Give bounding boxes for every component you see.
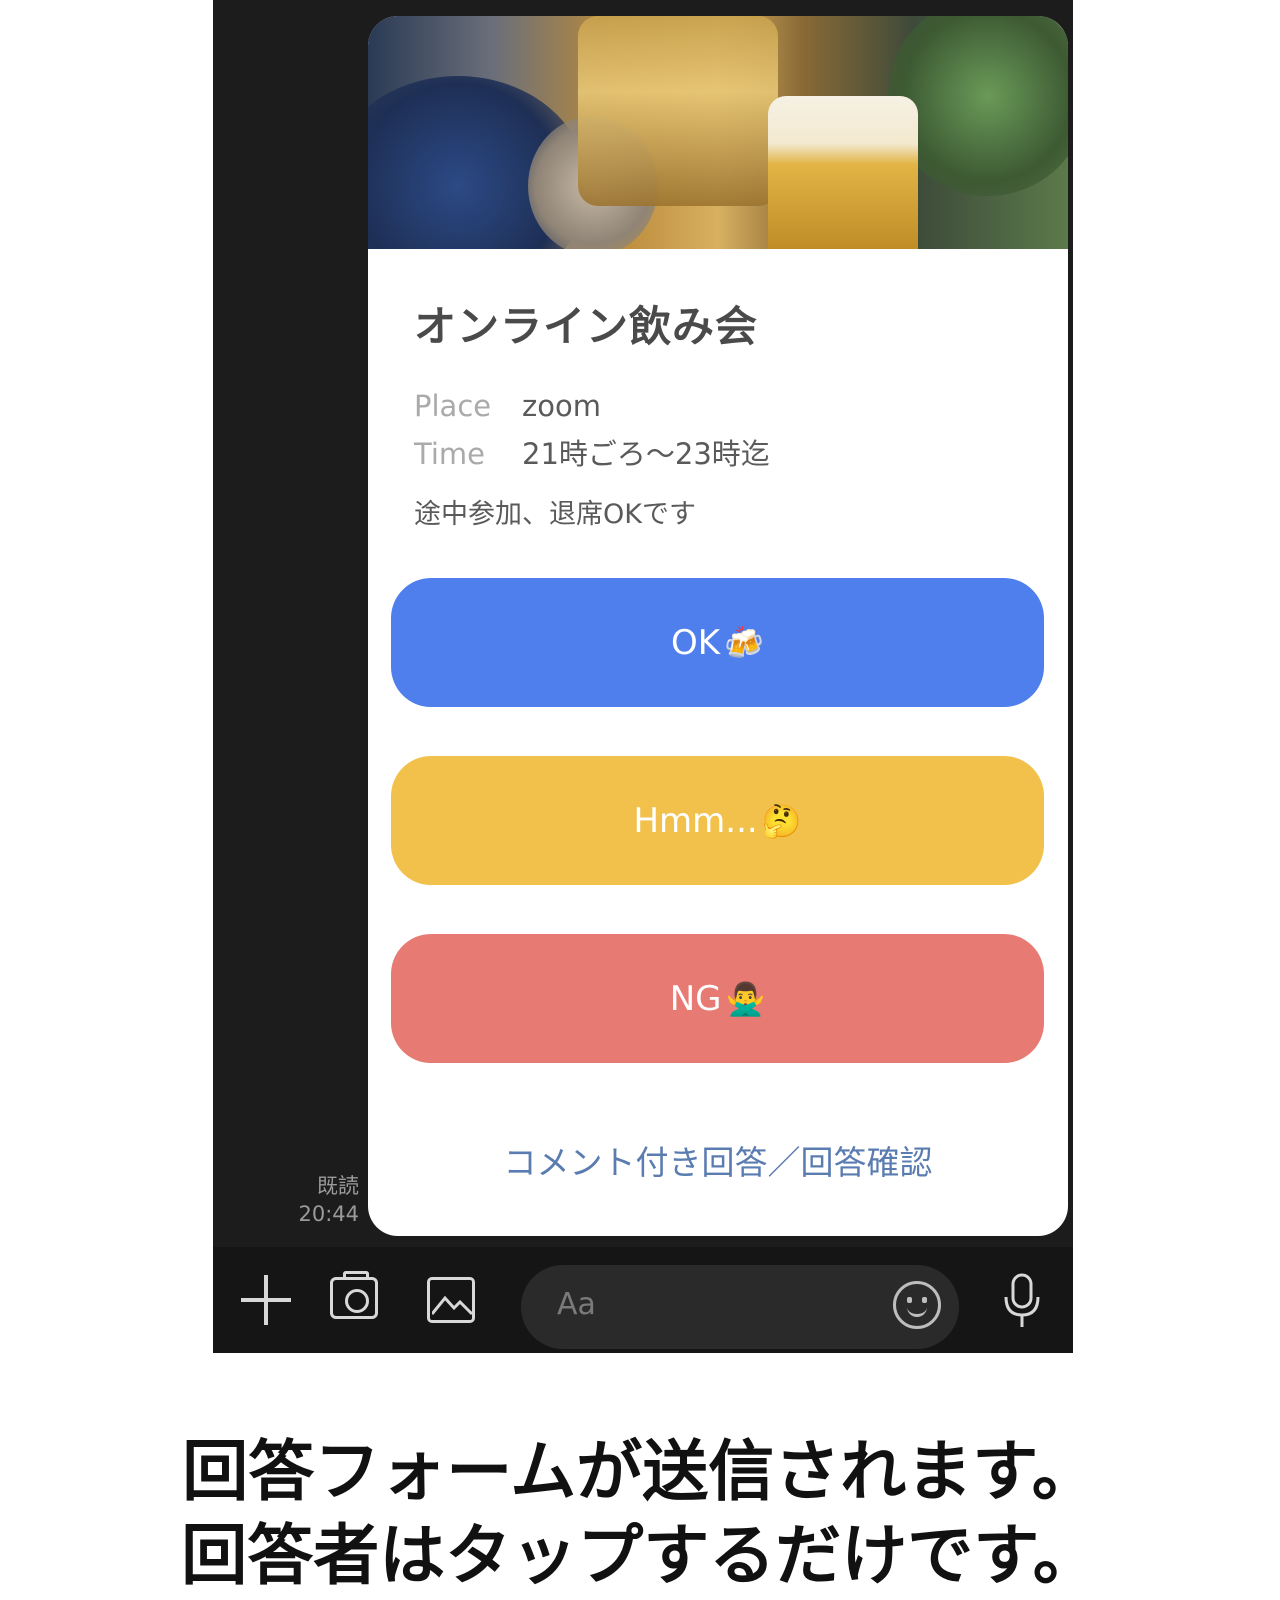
ng-button-label: NG bbox=[669, 978, 722, 1019]
phone-screen: 既読 20:44 オンライン飲み会 Place zoom Time 21時ごろ〜… bbox=[213, 0, 1073, 1353]
read-label: 既読 bbox=[317, 1174, 359, 1198]
ng-button[interactable]: NG 🙅‍♂️ bbox=[391, 934, 1044, 1063]
message-input-bar: Aa bbox=[213, 1247, 1073, 1353]
mic-icon[interactable] bbox=[1002, 1273, 1042, 1329]
hero-image bbox=[368, 16, 1068, 249]
place-label: Place bbox=[414, 389, 492, 423]
message-time: 20:44 bbox=[298, 1202, 359, 1226]
ok-button-label: OK bbox=[671, 622, 721, 663]
place-value: zoom bbox=[522, 389, 601, 423]
detail-row-place: Place zoom bbox=[414, 388, 1022, 424]
read-status: 既読 20:44 bbox=[298, 1172, 359, 1228]
no-gesture-icon: 🙅‍♂️ bbox=[725, 979, 766, 1018]
comment-answer-link[interactable]: コメント付き回答／回答確認 bbox=[368, 1136, 1068, 1184]
smile-icon[interactable] bbox=[893, 1281, 941, 1329]
event-note: 途中参加、退席OKです bbox=[414, 499, 696, 530]
caption-line-1: 回答フォームが送信されます。 bbox=[182, 1433, 1098, 1510]
ok-button[interactable]: OK 🍻 bbox=[391, 578, 1044, 707]
hmm-button-label: Hmm... bbox=[633, 800, 758, 841]
detail-row-time: Time 21時ごろ〜23時迄 bbox=[414, 436, 1022, 472]
hmm-button[interactable]: Hmm... 🤔 bbox=[391, 756, 1044, 885]
event-title: オンライン飲み会 bbox=[414, 302, 759, 351]
image-icon[interactable] bbox=[427, 1277, 475, 1323]
caption-line-2: 回答者はタップするだけです。 bbox=[181, 1517, 1099, 1594]
caption: 回答フォームが送信されます。 回答者はタップするだけです。 bbox=[0, 1430, 1280, 1598]
plus-icon[interactable] bbox=[241, 1275, 291, 1325]
message-input-placeholder: Aa bbox=[557, 1287, 596, 1322]
beer-icon: 🍻 bbox=[724, 623, 764, 662]
chat-area: 既読 20:44 オンライン飲み会 Place zoom Time 21時ごろ〜… bbox=[213, 0, 1073, 1247]
message-input[interactable]: Aa bbox=[521, 1265, 959, 1349]
camera-icon[interactable] bbox=[330, 1271, 378, 1319]
event-card: オンライン飲み会 Place zoom Time 21時ごろ〜23時迄 途中参加… bbox=[368, 16, 1068, 1236]
time-label: Time bbox=[414, 437, 485, 471]
time-value: 21時ごろ〜23時迄 bbox=[522, 437, 770, 471]
thinking-face-icon: 🤔 bbox=[761, 801, 802, 840]
